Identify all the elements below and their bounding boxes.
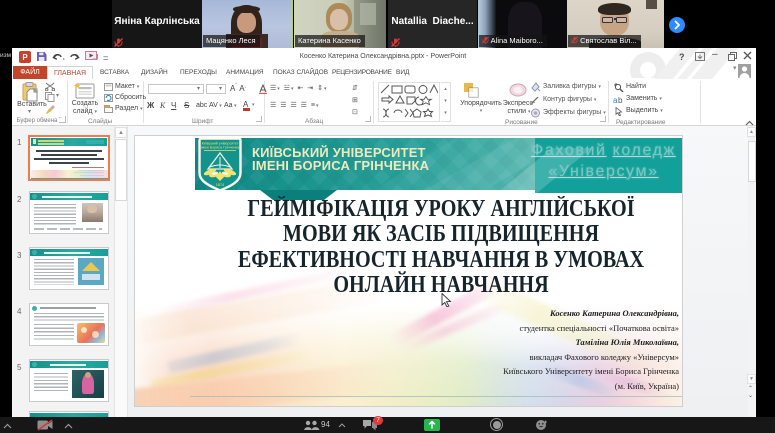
svg-text:P: P (22, 53, 28, 62)
svg-text:1874: 1874 (216, 183, 224, 187)
svg-text:b: b (618, 96, 623, 104)
svg-text:імені Бориса Грінченка: імені Бориса Грінченка (201, 146, 239, 150)
